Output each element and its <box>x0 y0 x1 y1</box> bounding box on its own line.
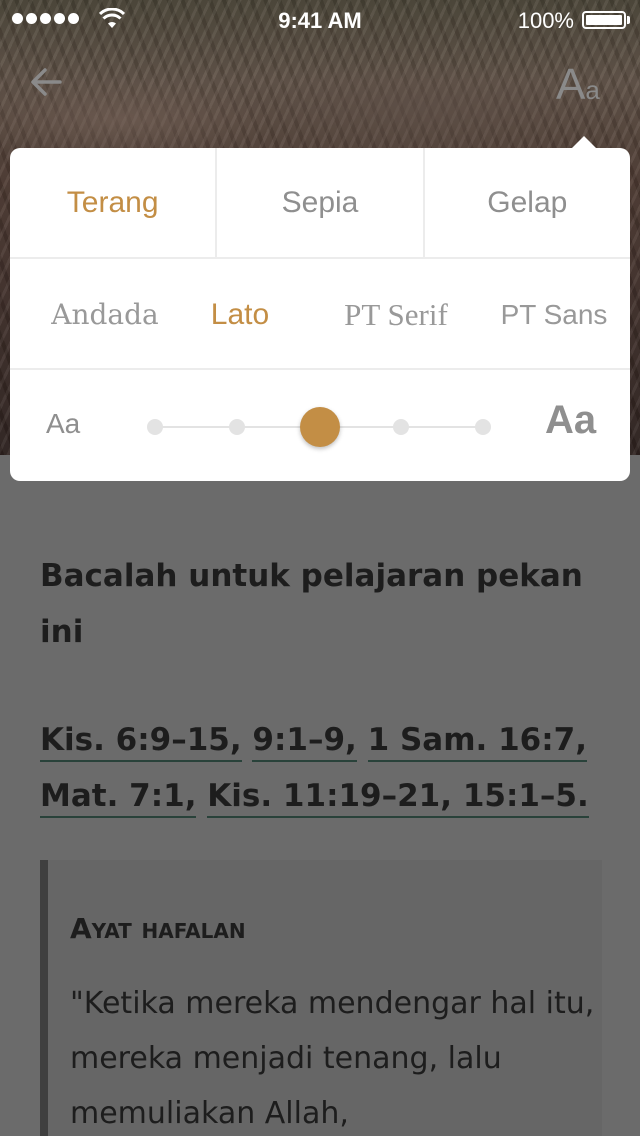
font-size-step[interactable] <box>393 419 409 435</box>
back-arrow-icon[interactable] <box>28 62 68 102</box>
font-option-pt-serif[interactable]: PT Serif <box>326 259 466 370</box>
battery-percent: 100% <box>517 8 574 33</box>
font-size-step[interactable] <box>475 419 491 435</box>
reference-link[interactable]: Kis. 11:19–21, 15:1–5. <box>207 778 589 818</box>
theme-option-sepia[interactable]: Sepia <box>215 148 422 257</box>
font-settings-icon-small: a <box>585 75 600 105</box>
reference-link[interactable]: 9:1–9, <box>252 722 357 762</box>
lesson-heading: Bacalah untuk pelajaran pekan ini <box>40 558 583 650</box>
reading-settings-popover: Terang Sepia Gelap Andada Lato PT Serif … <box>10 148 630 481</box>
reference-link[interactable]: Mat. 7:1, <box>40 778 197 818</box>
font-size-step[interactable] <box>229 419 245 435</box>
memory-verse-title: Ayat hafalan <box>70 912 246 945</box>
font-settings-button[interactable]: Aa <box>556 60 616 109</box>
reference-link[interactable]: 1 Sam. 16:7, <box>367 722 587 762</box>
font-option-lato[interactable]: Lato <box>180 259 300 370</box>
font-size-selector: Aa Aa <box>10 370 630 481</box>
font-option-pt-sans[interactable]: PT Sans <box>486 259 622 370</box>
status-bar: 9:41 AM 100% <box>0 0 640 40</box>
font-selector: Andada Lato PT Serif PT Sans <box>10 259 630 370</box>
font-option-andada[interactable]: Andada <box>30 259 180 370</box>
theme-option-terang[interactable]: Terang <box>10 148 215 257</box>
font-size-slider-knob[interactable] <box>300 407 340 447</box>
battery-icon <box>582 11 626 29</box>
font-size-small-label: Aa <box>46 408 81 439</box>
font-size-step[interactable] <box>147 419 163 435</box>
font-settings-icon-big: A <box>556 60 586 109</box>
font-size-large-label: Aa <box>545 398 597 442</box>
scripture-references: Kis. 6:9–15, 9:1–9, 1 Sam. 16:7, Mat. 7:… <box>40 712 620 824</box>
theme-selector: Terang Sepia Gelap <box>10 148 630 259</box>
theme-option-gelap[interactable]: Gelap <box>422 148 630 257</box>
reference-link[interactable]: Kis. 6:9–15, <box>40 722 242 762</box>
memory-verse-text: "Ketika mereka mendengar hal itu, mereka… <box>70 986 595 1131</box>
